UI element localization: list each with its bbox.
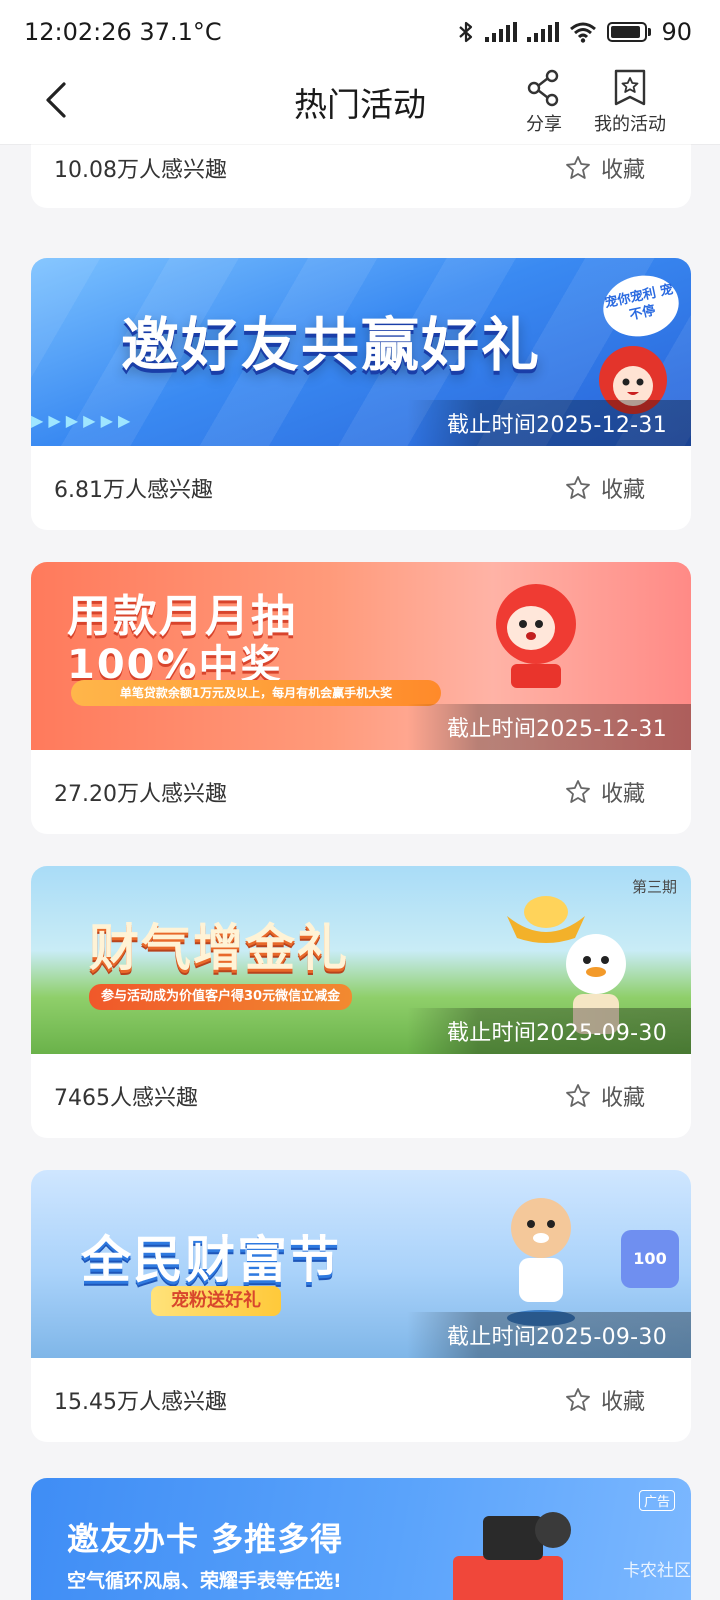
favorite-label: 收藏 xyxy=(600,158,645,183)
banner-title: 邀好友共赢好礼 xyxy=(121,311,542,379)
interest-count: 15.45万人感兴趣 xyxy=(54,1390,227,1415)
favorite-button[interactable]: 收藏 xyxy=(565,1384,645,1416)
battery-level: 90 xyxy=(661,18,692,46)
ad-tag: 广告 xyxy=(638,1490,675,1511)
banner-title: 邀友办卡 多推多得 xyxy=(67,1520,344,1558)
status-time: 12:02:26 37.1°C xyxy=(24,18,222,46)
my-activity-button[interactable]: 我的活动 xyxy=(594,68,666,136)
coupon-decoration: 100 xyxy=(621,1230,679,1288)
wifi-icon xyxy=(570,22,597,43)
activity-list[interactable]: 10.08万人感兴趣 收藏 ▶ ▶ ▶ ▶ ▶ ▶ 邀好友共赢好礼 宠你宠利 宠… xyxy=(0,144,720,1600)
deadline-label: 截止时间2025-09-30 xyxy=(406,1312,691,1358)
activity-banner[interactable]: 财气增金礼 参与活动成为价值客户得30元微信立减金 第三期 截止时间2025-0… xyxy=(31,866,691,1054)
interest-count: 10.08万人感兴趣 xyxy=(54,158,227,183)
favorite-label: 收藏 xyxy=(600,1390,645,1415)
signal-icon xyxy=(485,22,518,42)
share-label: 分享 xyxy=(526,114,562,135)
mascot-icon xyxy=(496,584,576,688)
status-bar: 12:02:26 37.1°C 90 xyxy=(0,0,720,64)
interest-count: 7465人感兴趣 xyxy=(54,1086,198,1111)
banner-subtitle: 空气循环风扇、荣耀手表等任选! xyxy=(67,1570,342,1592)
star-icon xyxy=(566,1084,590,1107)
favorite-button[interactable]: 收藏 xyxy=(565,472,645,504)
deadline-label: 截止时间2025-09-30 xyxy=(406,1008,691,1054)
share-icon xyxy=(527,69,559,107)
activity-banner[interactable]: 全民财富节 宠粉送好礼 100 截止时间2025-09-30 xyxy=(31,1170,691,1358)
deer-mascot-icon xyxy=(507,1198,575,1326)
interest-count: 6.81万人感兴趣 xyxy=(54,478,213,503)
activity-card[interactable]: 全民财富节 宠粉送好礼 100 截止时间2025-09-30 15.45万人感兴… xyxy=(31,1170,691,1442)
signal-icon-2 xyxy=(527,22,560,42)
favorite-label: 收藏 xyxy=(600,478,645,503)
favorite-button[interactable]: 收藏 xyxy=(565,1080,645,1112)
battery-icon xyxy=(607,22,652,42)
bookmark-star-icon xyxy=(614,69,646,106)
star-icon xyxy=(566,156,590,179)
favorite-button[interactable]: 收藏 xyxy=(565,776,645,808)
gift-box-icon xyxy=(453,1512,571,1600)
watermark: 卡农社区 xyxy=(623,1561,691,1581)
star-icon xyxy=(566,780,590,803)
bluetooth-icon xyxy=(459,21,473,43)
activity-card[interactable]: 财气增金礼 参与活动成为价值客户得30元微信立减金 第三期 截止时间2025-0… xyxy=(31,866,691,1138)
star-icon xyxy=(566,476,590,499)
my-activity-label: 我的活动 xyxy=(594,114,666,135)
banner-subtitle: 单笔贷款余额1万元及以上，每月有机会赢手机大奖 xyxy=(71,680,441,706)
star-icon xyxy=(566,1388,590,1411)
activity-card[interactable]: 10.08万人感兴趣 收藏 xyxy=(31,144,691,208)
deadline-label: 截止时间2025-12-31 xyxy=(406,400,691,446)
banner-subtitle: 宠粉送好礼 xyxy=(151,1286,281,1316)
activity-card[interactable]: ▶ ▶ ▶ ▶ ▶ ▶ 邀好友共赢好礼 宠你宠利 宠不停 截止时间2025-12… xyxy=(31,258,691,530)
activity-card[interactable]: 用款月月抽 100%中奖 单笔贷款余额1万元及以上，每月有机会赢手机大奖 截止时… xyxy=(31,562,691,834)
nav-bar: 热门活动 分享 我的活动 xyxy=(0,64,720,144)
status-icons: 90 xyxy=(457,18,692,46)
favorite-label: 收藏 xyxy=(600,782,645,807)
banner-title: 全民财富节 xyxy=(81,1231,341,1289)
banner-subtitle: 参与活动成为价值客户得30元微信立减金 xyxy=(89,984,353,1010)
activity-card[interactable]: 邀友办卡 多推多得 空气循环风扇、荣耀手表等任选! 广告 卡农社区 xyxy=(31,1478,691,1600)
arrow-decoration: ▶ ▶ ▶ ▶ ▶ ▶ xyxy=(31,411,131,430)
activity-banner[interactable]: 用款月月抽 100%中奖 单笔贷款余额1万元及以上，每月有机会赢手机大奖 截止时… xyxy=(31,562,691,750)
favorite-label: 收藏 xyxy=(600,1086,645,1111)
deadline-label: 截止时间2025-12-31 xyxy=(406,704,691,750)
share-button[interactable]: 分享 xyxy=(524,68,564,136)
activity-banner[interactable]: ▶ ▶ ▶ ▶ ▶ ▶ 邀好友共赢好礼 宠你宠利 宠不停 截止时间2025-12… xyxy=(31,258,691,446)
activity-banner[interactable]: 邀友办卡 多推多得 空气循环风扇、荣耀手表等任选! 广告 卡农社区 xyxy=(31,1478,691,1600)
banner-title: 财气增金礼 xyxy=(89,919,349,977)
favorite-button[interactable]: 收藏 xyxy=(565,152,645,184)
issue-label: 第三期 xyxy=(631,878,677,896)
interest-count: 27.20万人感兴趣 xyxy=(54,782,227,807)
